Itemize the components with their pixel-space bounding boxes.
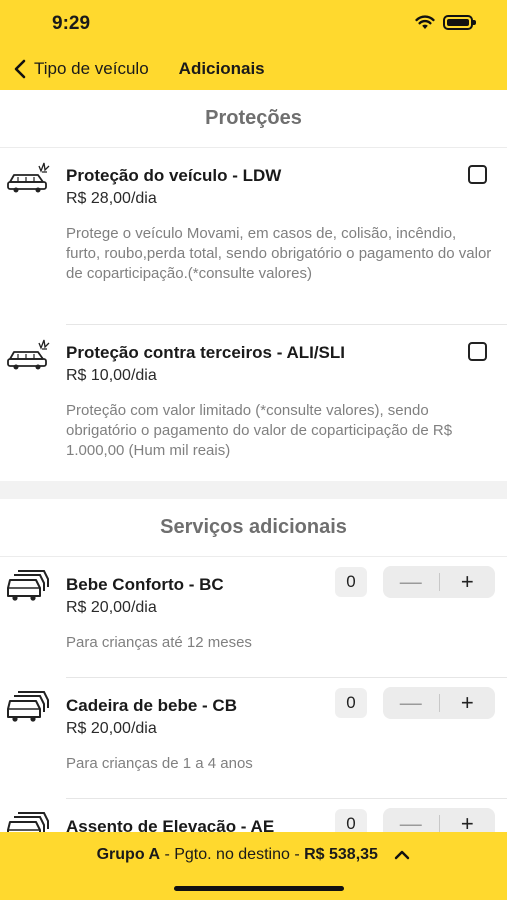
increment-button[interactable]: + [440,687,496,719]
service-item-bc: Bebe Conforto - BC R$ 20,00/dia Para cri… [0,557,507,677]
section-title-services: Serviços adicionais [0,499,507,557]
header: 9:29 Tipo de veículo Adicionais [0,0,507,90]
increment-button[interactable]: + [440,566,496,598]
chevron-left-icon [14,59,26,79]
item-description: Protege o veículo Movami, em casos de, c… [66,225,492,282]
quantity-value: 0 [335,688,367,718]
chevron-up-icon [395,850,410,859]
cars-stack-icon [7,691,49,722]
summary-toggle[interactable]: Grupo A - Pgto. no destino - R$ 538,35 [0,846,507,864]
status-icons [415,15,476,30]
service-item-cb: Cadeira de bebe - CB R$ 20,00/dia Para c… [0,678,507,798]
item-price: R$ 28,00/dia [66,190,157,207]
nav-bar: Tipo de veículo Adicionais [0,52,507,86]
protection-checkbox-ali-sli[interactable] [468,342,487,361]
section-title-protections: Proteções [0,90,507,148]
decrement-button[interactable]: — [383,808,439,832]
back-label: Tipo de veículo [34,59,149,78]
section-separator [0,481,507,499]
back-button[interactable]: Tipo de veículo [14,59,149,79]
quantity-stepper: — + [383,566,495,598]
item-price: R$ 20,00/dia [66,720,157,737]
battery-icon [443,15,476,30]
page-title: Adicionais [178,59,265,78]
total-price: R$ 538,35 [304,846,378,863]
decrement-button[interactable]: — [383,687,439,719]
decrement-button[interactable]: — [383,566,439,598]
item-title: Proteção contra terceiros - ALI/SLI [66,343,345,362]
content-scroll[interactable]: Proteções Proteção do veículo - LDW R$ 2… [0,90,507,832]
protection-checkbox-ldw[interactable] [468,165,487,184]
protection-item-ldw: Proteção do veículo - LDW R$ 28,00/dia P… [0,148,507,324]
separator: - [289,846,305,863]
increment-button[interactable]: + [440,808,496,832]
group-label: Grupo A [96,846,161,863]
car-crash-icon [7,339,50,370]
separator: - [160,846,175,863]
quantity-stepper: — + [383,808,495,832]
car-crash-icon [7,162,50,193]
cars-stack-icon [7,812,49,832]
status-time: 9:29 [52,13,91,34]
footer-summary: Grupo A - Pgto. no destino - R$ 538,35 [0,832,507,900]
home-indicator [174,886,344,891]
quantity-value: 0 [335,567,367,597]
payment-label: Pgto. no destino [174,846,290,863]
service-item-ae: Assento de Elevação - AE 0 — + [0,799,507,832]
item-description: Para crianças até 12 meses [66,634,252,651]
wifi-icon [415,15,435,29]
quantity-value: 0 [335,809,367,832]
quantity-stepper: — + [383,687,495,719]
item-description: Para crianças de 1 a 4 anos [66,755,253,772]
item-price: R$ 10,00/dia [66,367,157,384]
cars-stack-icon [7,570,49,601]
item-price: R$ 20,00/dia [66,599,157,616]
protection-item-ali-sli: Proteção contra terceiros - ALI/SLI R$ 1… [0,325,507,481]
item-title: Proteção do veículo - LDW [66,166,282,185]
item-description: Proteção com valor limitado (*consulte v… [66,402,453,459]
